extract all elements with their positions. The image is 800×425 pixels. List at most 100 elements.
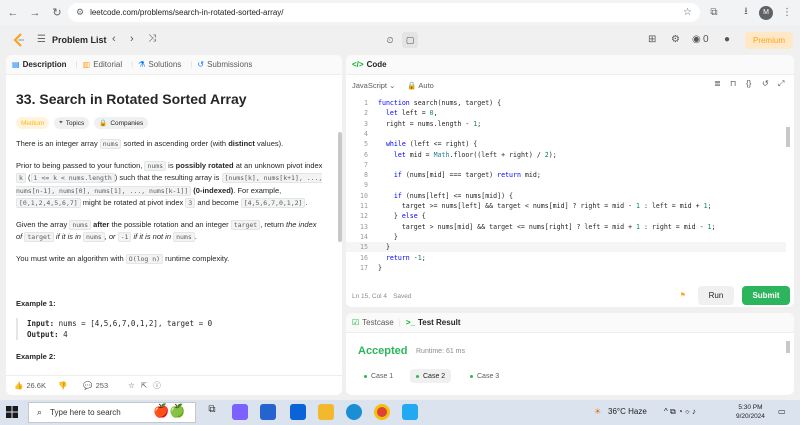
next-problem-icon[interactable]: › [130, 33, 134, 45]
tab-test-result[interactable]: >_ Test Result [406, 318, 461, 327]
code-line[interactable]: 3 right = nums.length - 1; [346, 119, 786, 129]
file-explorer-icon[interactable] [318, 404, 334, 420]
code-line[interactable]: 9 [346, 180, 786, 190]
prev-problem-icon[interactable]: ‹ [112, 33, 116, 45]
code-line[interactable]: 2 let left = 0, [346, 108, 786, 118]
tab-description[interactable]: ▤ Description [12, 60, 67, 69]
profile-avatar[interactable]: M [758, 4, 774, 21]
favorite-star-icon[interactable]: ☆ [128, 381, 135, 390]
description-panel: ▤ Description | ▥ Editorial | ⚗ Solutions |… [6, 55, 342, 395]
mail-app-icon[interactable] [290, 404, 306, 420]
bookmark-star-icon[interactable]: ☆ [683, 7, 692, 18]
bookmark-icon[interactable]: ⊓ [730, 79, 736, 88]
weather-text[interactable]: 36°C Haze [608, 407, 647, 416]
windows-start-icon[interactable] [6, 406, 18, 418]
case-tab-1[interactable]: Case 1 [358, 369, 399, 383]
thumbs-down-icon: 👎 [57, 381, 68, 390]
debug-icon[interactable]: ⚑ [680, 291, 686, 299]
code-line[interactable]: 11 target >= nums[left] && target < nums… [346, 201, 786, 211]
format-icon[interactable]: ≣ [714, 79, 721, 88]
tab-testcase[interactable]: ☑ Testcase [352, 318, 394, 327]
code-line[interactable]: 13 target > nums[mid] && target <= nums[… [346, 222, 786, 232]
vscode-app-icon[interactable] [402, 404, 418, 420]
extensions-icon[interactable]: ⧉ [706, 4, 722, 21]
tab-solutions[interactable]: ⚗ Solutions [138, 60, 181, 69]
code-line[interactable]: 6 let mid = Math.floor((left + right) / … [346, 150, 786, 160]
code-line[interactable]: 10 if (nums[left] <= nums[mid]) { [346, 191, 786, 201]
pass-dot-icon [470, 374, 473, 378]
line-number: 17 [360, 263, 368, 272]
auto-mode-toggle[interactable]: 🔒 Auto [407, 81, 433, 90]
problem-list-button[interactable]: ☰ Problem List [37, 34, 106, 45]
fullscreen-icon[interactable]: ⤢ [778, 79, 784, 89]
copilot-app-icon[interactable] [232, 404, 248, 420]
code-line[interactable]: 7 [346, 160, 786, 170]
share-icon[interactable]: ⇱ [141, 381, 147, 390]
flask-icon: ⚗ [138, 60, 146, 69]
line-number: 1 [364, 99, 368, 107]
code-text: let mid = Math.floor((left + right) / 2)… [393, 150, 557, 159]
code-editor[interactable]: 1 function search(nums, target) {2 let le… [346, 98, 794, 288]
problem-title[interactable]: 33. Search in Rotated Sorted Array [16, 91, 324, 107]
code-line[interactable]: 12 } else { [346, 211, 786, 221]
dislike-button[interactable]: 👎 [58, 381, 73, 390]
premium-button[interactable]: Premium [745, 32, 793, 49]
user-avatar-icon[interactable]: ● [724, 34, 730, 45]
run-button[interactable]: Run [698, 286, 734, 305]
code-line[interactable]: 5 while (left <= right) { [346, 139, 786, 149]
menu-icon[interactable]: ⋮ [780, 4, 794, 21]
task-view-icon[interactable]: ⧉ [204, 404, 220, 420]
code-line[interactable]: 8 if (nums[mid] === target) return mid; [346, 170, 786, 180]
fruit-illustration-icon: 🍎🍏 [153, 403, 186, 418]
case-tab-3[interactable]: Case 3 [464, 369, 505, 383]
notes-icon[interactable]: ▢ [402, 32, 418, 48]
code-line[interactable]: 14 } [346, 232, 786, 242]
line-number: 15 [360, 243, 368, 252]
store-app-icon[interactable] [260, 404, 276, 420]
chrome-browser-icon[interactable] [374, 404, 390, 420]
back-icon[interactable]: ← [4, 4, 22, 22]
companies-chip[interactable]: 🔒 Companies [94, 117, 149, 129]
comment-icon: 💬 [83, 381, 93, 390]
timer-icon[interactable]: ⏲ [382, 32, 398, 48]
forward-icon[interactable]: → [26, 4, 44, 22]
clock[interactable]: 5:30 PM 9/20/2024 [736, 403, 765, 421]
code-line[interactable]: 1 function search(nums, target) { [346, 98, 786, 108]
tab-submissions[interactable]: ↺ Submissions [197, 60, 252, 69]
download-icon[interactable]: ⭳ [738, 4, 754, 21]
topics-chip[interactable]: ⌖ Topics [54, 117, 90, 129]
address-bar[interactable]: ⚙ leetcode.com/problems/search-in-rotate… [68, 3, 700, 22]
help-icon[interactable]: ⓘ [153, 380, 161, 391]
braces-icon[interactable]: {} [746, 79, 751, 88]
description-scrollbar[interactable] [338, 132, 342, 242]
reset-icon[interactable]: ↺ [762, 79, 769, 88]
shuffle-icon[interactable]: ⤨ [148, 33, 156, 44]
code-title: Code [366, 60, 387, 69]
code-line[interactable]: 17} [346, 263, 786, 273]
submit-button[interactable]: Submit [742, 286, 790, 305]
taskbar-search[interactable]: ⌕ Type here to search 🍎🍏 [28, 402, 196, 423]
case-tab-2[interactable]: Case 2 [410, 369, 452, 383]
like-button[interactable]: 👍 26.6K [14, 381, 52, 390]
settings-icon[interactable]: ⚙ [671, 34, 680, 45]
editor-scrollbar[interactable] [786, 127, 790, 147]
code-line[interactable]: 15 } [346, 242, 786, 253]
layout-grid-icon[interactable]: ⊞ [648, 34, 656, 45]
code-line[interactable]: 4 [346, 129, 786, 139]
tray-icons[interactable]: ^ ⧉ ◔ ⌔ ♪ [664, 407, 696, 417]
clock-time: 5:30 PM [738, 404, 763, 411]
notification-icon[interactable]: ▭ [778, 407, 786, 416]
line-number: 16 [360, 253, 368, 262]
difficulty-badge: Medium [16, 117, 50, 129]
site-info-icon[interactable]: ⚙ [76, 7, 84, 18]
code-line[interactable]: 16 return -1; [346, 253, 786, 263]
language-select[interactable]: JavaScript ⌄ [352, 81, 395, 90]
book-icon: ▥ [82, 60, 91, 69]
example-1-title: Example 1: [16, 299, 56, 308]
comments-button[interactable]: 💬 253 [83, 381, 114, 390]
tab-editorial[interactable]: ▥ Editorial [83, 60, 122, 69]
reload-icon[interactable]: ↻ [48, 4, 66, 22]
edge-browser-icon[interactable] [346, 404, 362, 420]
leetcode-logo-icon[interactable] [12, 33, 26, 47]
result-scrollbar[interactable] [786, 341, 790, 353]
